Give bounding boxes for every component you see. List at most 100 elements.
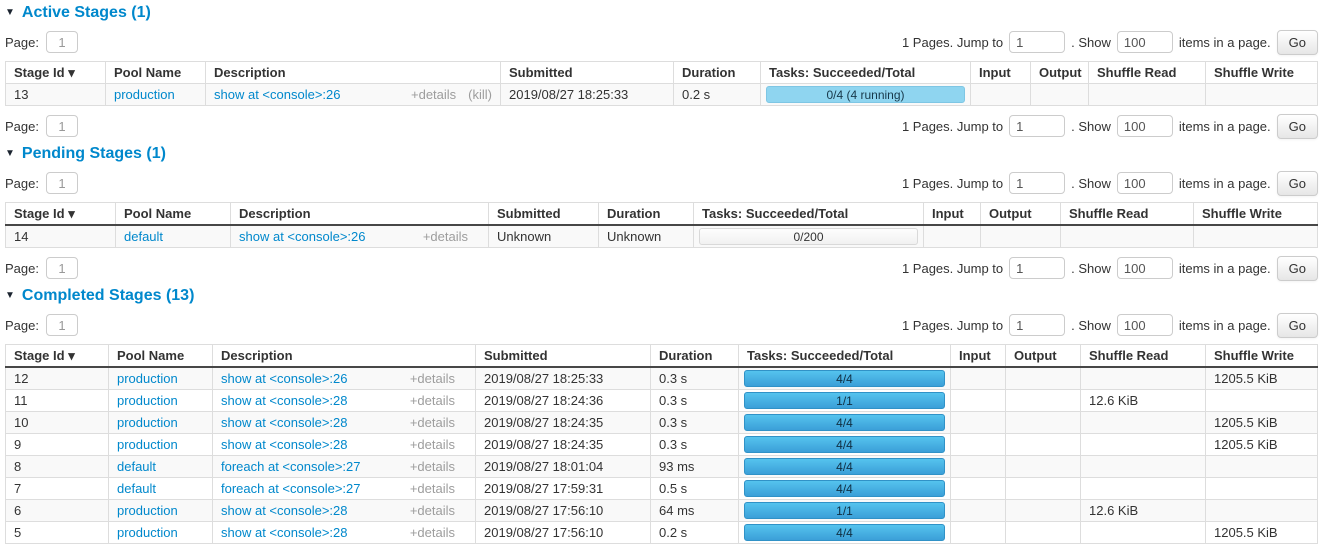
details-toggle[interactable]: +details	[410, 437, 455, 452]
shuffle-read-cell	[1081, 522, 1206, 544]
col-header-submitted[interactable]: Submitted	[476, 345, 651, 368]
details-toggle[interactable]: +details	[410, 371, 455, 386]
col-header-shuffle-read[interactable]: Shuffle Read	[1061, 203, 1194, 226]
col-header-description[interactable]: Description	[206, 62, 501, 84]
go-button[interactable]: Go	[1277, 171, 1318, 196]
col-header-shuffle-write[interactable]: Shuffle Write	[1206, 62, 1318, 84]
jump-to-input[interactable]	[1009, 314, 1065, 336]
col-header-duration[interactable]: Duration	[674, 62, 761, 84]
col-header-pool-name[interactable]: Pool Name	[116, 203, 231, 226]
go-button[interactable]: Go	[1277, 30, 1318, 55]
pool-name-link[interactable]: production	[117, 525, 178, 540]
description-link[interactable]: show at <console>:26	[239, 229, 365, 244]
completed-stages-header[interactable]: ▼ Completed Stages (13)	[5, 287, 1318, 305]
col-header-stage-id[interactable]: Stage Id ▾	[6, 345, 109, 368]
col-header-input[interactable]: Input	[951, 345, 1006, 368]
details-toggle[interactable]: +details	[410, 525, 455, 540]
description-link[interactable]: show at <console>:26	[214, 87, 340, 102]
details-toggle[interactable]: +details	[410, 415, 455, 430]
col-header-output[interactable]: Output	[1031, 62, 1089, 84]
pool-name-link[interactable]: default	[117, 481, 156, 496]
stage-id-cell: 12	[6, 367, 109, 390]
details-toggle[interactable]: +details	[423, 229, 468, 244]
pool-name-link[interactable]: production	[117, 393, 178, 408]
description-link[interactable]: show at <console>:28	[221, 437, 347, 452]
items-per-page-input[interactable]	[1117, 314, 1173, 336]
kill-link[interactable]: (kill)	[468, 87, 492, 102]
col-header-stage-id[interactable]: Stage Id ▾	[6, 62, 106, 84]
col-header-output[interactable]: Output	[1006, 345, 1081, 368]
details-toggle[interactable]: +details	[411, 87, 456, 102]
description-link[interactable]: foreach at <console>:27	[221, 459, 361, 474]
pages-count-text: 1 Pages. Jump to	[902, 176, 1003, 191]
col-header-tasks[interactable]: Tasks: Succeeded/Total	[761, 62, 971, 84]
description-cell: foreach at <console>:27 +details	[213, 456, 476, 478]
details-toggle[interactable]: +details	[410, 481, 455, 496]
col-header-stage-id[interactable]: Stage Id ▾	[6, 203, 116, 226]
page-number-input[interactable]	[46, 31, 78, 53]
page-number-input[interactable]	[46, 172, 78, 194]
col-header-input[interactable]: Input	[971, 62, 1031, 84]
page-number-input[interactable]	[46, 115, 78, 137]
pool-name-link[interactable]: production	[117, 371, 178, 386]
pool-name-link[interactable]: production	[117, 415, 178, 430]
items-per-page-input[interactable]	[1117, 115, 1173, 137]
shuffle-read-cell	[1081, 412, 1206, 434]
pool-name-link[interactable]: production	[117, 437, 178, 452]
details-toggle[interactable]: +details	[410, 393, 455, 408]
pool-name-link[interactable]: production	[114, 87, 175, 102]
col-header-pool-name[interactable]: Pool Name	[109, 345, 213, 368]
col-header-tasks[interactable]: Tasks: Succeeded/Total	[739, 345, 951, 368]
col-header-duration[interactable]: Duration	[599, 203, 694, 226]
col-header-pool-name[interactable]: Pool Name	[106, 62, 206, 84]
col-header-description[interactable]: Description	[231, 203, 489, 226]
jump-to-input[interactable]	[1009, 172, 1065, 194]
stage-row: 9 production show at <console>:28 +detai…	[6, 434, 1318, 456]
jump-to-input[interactable]	[1009, 31, 1065, 53]
description-link[interactable]: show at <console>:28	[221, 503, 347, 518]
col-header-description[interactable]: Description	[213, 345, 476, 368]
tasks-cell: 4/4	[739, 367, 951, 390]
active-stages-header[interactable]: ▼ Active Stages (1)	[5, 4, 1318, 22]
jump-to-input[interactable]	[1009, 115, 1065, 137]
pool-name-cell: production	[109, 412, 213, 434]
col-header-shuffle-write[interactable]: Shuffle Write	[1206, 345, 1318, 368]
col-header-duration[interactable]: Duration	[651, 345, 739, 368]
col-header-shuffle-write[interactable]: Shuffle Write	[1194, 203, 1318, 226]
description-link[interactable]: show at <console>:28	[221, 393, 347, 408]
col-header-output[interactable]: Output	[981, 203, 1061, 226]
pool-name-link[interactable]: default	[124, 229, 163, 244]
page-number-input[interactable]	[46, 257, 78, 279]
items-per-page-input[interactable]	[1117, 31, 1173, 53]
col-header-submitted[interactable]: Submitted	[501, 62, 674, 84]
go-button[interactable]: Go	[1277, 114, 1318, 139]
page-number-input[interactable]	[46, 314, 78, 336]
task-progress-bar: 0/4 (4 running)	[766, 86, 965, 103]
description-link[interactable]: show at <console>:28	[221, 415, 347, 430]
submitted-cell: 2019/08/27 17:56:10	[476, 522, 651, 544]
col-header-shuffle-read[interactable]: Shuffle Read	[1089, 62, 1206, 84]
col-header-shuffle-read[interactable]: Shuffle Read	[1081, 345, 1206, 368]
pool-name-link[interactable]: default	[117, 459, 156, 474]
go-button[interactable]: Go	[1277, 256, 1318, 281]
description-link[interactable]: show at <console>:26	[221, 371, 347, 386]
col-header-tasks[interactable]: Tasks: Succeeded/Total	[694, 203, 924, 226]
items-per-page-input[interactable]	[1117, 257, 1173, 279]
col-header-input[interactable]: Input	[924, 203, 981, 226]
submitted-cell: 2019/08/27 18:24:35	[476, 434, 651, 456]
pool-name-cell: default	[116, 225, 231, 248]
go-button[interactable]: Go	[1277, 313, 1318, 338]
description-link[interactable]: show at <console>:28	[221, 525, 347, 540]
output-cell	[1006, 522, 1081, 544]
details-toggle[interactable]: +details	[410, 459, 455, 474]
items-text: items in a page.	[1179, 119, 1271, 134]
col-header-submitted[interactable]: Submitted	[489, 203, 599, 226]
description-link[interactable]: foreach at <console>:27	[221, 481, 361, 496]
pages-count-text: 1 Pages. Jump to	[902, 119, 1003, 134]
jump-to-input[interactable]	[1009, 257, 1065, 279]
details-toggle[interactable]: +details	[410, 503, 455, 518]
items-per-page-input[interactable]	[1117, 172, 1173, 194]
pool-name-link[interactable]: production	[117, 503, 178, 518]
pending-stages-header[interactable]: ▼ Pending Stages (1)	[5, 145, 1318, 163]
duration-cell: 0.2 s	[674, 84, 761, 106]
